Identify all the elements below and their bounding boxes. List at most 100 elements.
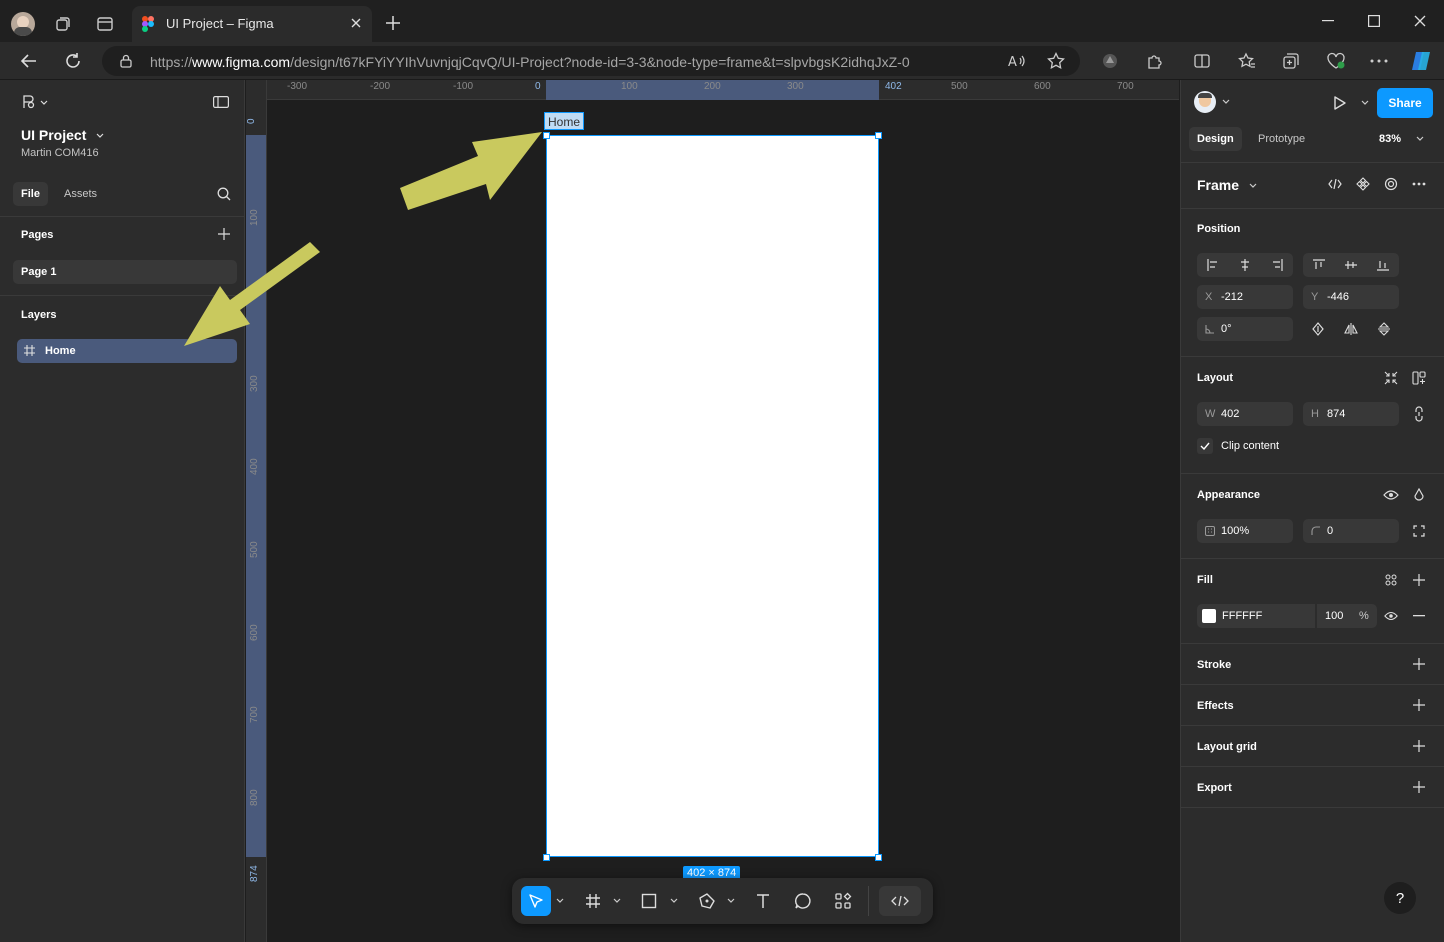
workspaces-icon[interactable] [54, 15, 72, 33]
project-name[interactable]: UI Project [21, 127, 104, 143]
align-middle-icon[interactable] [1339, 253, 1363, 277]
visibility-eye-icon[interactable] [1379, 483, 1403, 507]
more-options-icon[interactable] [1370, 59, 1388, 63]
add-effect-icon[interactable] [1413, 699, 1425, 711]
align-center-h-icon[interactable] [1233, 253, 1257, 277]
auto-layout-icon[interactable] [1407, 366, 1431, 390]
dev-mode-toggle[interactable] [879, 886, 921, 916]
align-bottom-icon[interactable] [1371, 253, 1395, 277]
pen-tool-button[interactable] [692, 886, 722, 916]
mask-icon[interactable] [1379, 172, 1403, 196]
help-button[interactable]: ? [1384, 882, 1416, 914]
tab-assets[interactable]: Assets [56, 182, 105, 206]
tab-file[interactable]: File [13, 182, 48, 206]
add-stroke-icon[interactable] [1413, 658, 1425, 670]
chevron-down-icon[interactable] [1361, 100, 1369, 106]
url-input[interactable]: https://www.figma.com/design/t67kFYiYYIh… [102, 46, 1080, 76]
close-tab-icon[interactable] [350, 17, 362, 29]
resize-handle[interactable] [543, 854, 550, 861]
favorites-icon[interactable] [1238, 52, 1256, 70]
extensions-puzzle-icon[interactable] [1146, 52, 1164, 70]
ruler-tick: 700 [1117, 81, 1134, 92]
remove-fill-icon[interactable] [1407, 604, 1431, 628]
more-options-icon[interactable] [1407, 172, 1431, 196]
chevron-down-icon[interactable] [1222, 99, 1230, 105]
comment-tool-button[interactable] [788, 886, 818, 916]
align-top-icon[interactable] [1307, 253, 1331, 277]
fill-swatch[interactable] [1202, 609, 1216, 623]
rotate-icon[interactable] [1306, 317, 1330, 341]
new-tab-icon[interactable] [385, 15, 401, 31]
chevron-down-icon[interactable] [613, 897, 621, 905]
extension-icon[interactable] [1101, 52, 1119, 70]
split-screen-icon[interactable] [1193, 52, 1211, 70]
blend-mode-drop-icon[interactable] [1407, 483, 1431, 507]
tab-actions-icon[interactable] [96, 15, 114, 33]
frame-label[interactable]: Home [544, 112, 585, 130]
lock-icon[interactable] [120, 54, 132, 68]
resize-handle[interactable] [875, 132, 882, 139]
home-frame[interactable] [546, 135, 879, 857]
add-layout-grid-icon[interactable] [1413, 740, 1425, 752]
resize-handle[interactable] [543, 132, 550, 139]
move-tool-button[interactable] [521, 886, 551, 916]
align-left-icon[interactable] [1201, 253, 1225, 277]
flip-horizontal-icon[interactable] [1339, 317, 1363, 341]
tab-prototype[interactable]: Prototype [1250, 127, 1313, 151]
opacity-field[interactable]: 100% [1197, 519, 1293, 543]
constrain-proportions-icon[interactable] [1407, 402, 1431, 426]
rectangle-tool-button[interactable] [634, 886, 664, 916]
x-position-field[interactable]: X -212 [1197, 285, 1293, 309]
read-aloud-icon[interactable]: A [1008, 53, 1026, 69]
minimize-icon[interactable] [1322, 20, 1334, 22]
width-field[interactable]: W 402 [1197, 402, 1293, 426]
y-position-field[interactable]: Y -446 [1303, 285, 1399, 309]
frame-tool-button[interactable] [578, 886, 608, 916]
chevron-down-icon[interactable] [556, 897, 564, 905]
maximize-icon[interactable] [1368, 15, 1380, 27]
search-icon[interactable] [217, 187, 231, 201]
flip-vertical-icon[interactable] [1372, 317, 1396, 341]
resize-to-fit-icon[interactable] [1379, 366, 1403, 390]
close-window-icon[interactable] [1414, 15, 1426, 27]
resize-handle[interactable] [875, 854, 882, 861]
figma-menu-icon[interactable] [22, 95, 48, 109]
add-page-icon[interactable] [218, 228, 230, 240]
rotation-field[interactable]: 0° [1197, 317, 1293, 341]
browser-essentials-icon[interactable] [1326, 52, 1346, 70]
tab-design[interactable]: Design [1189, 127, 1242, 151]
refresh-icon[interactable] [64, 52, 82, 70]
divider [1181, 684, 1444, 685]
text-tool-button[interactable] [748, 886, 778, 916]
frame-type-selector[interactable]: Frame [1197, 177, 1257, 193]
add-export-icon[interactable] [1413, 781, 1425, 793]
present-play-icon[interactable] [1333, 95, 1347, 111]
fill-color-field[interactable]: FFFFFF 100 % [1197, 604, 1377, 628]
clip-content-checkbox[interactable] [1197, 438, 1213, 454]
collections-icon[interactable] [1282, 52, 1300, 70]
toggle-sidebar-icon[interactable] [213, 96, 229, 108]
user-avatar[interactable] [1194, 91, 1216, 113]
chevron-down-icon[interactable] [1416, 136, 1424, 142]
fill-visibility-eye-icon[interactable] [1379, 604, 1403, 628]
favorite-star-icon[interactable] [1047, 52, 1065, 70]
back-icon[interactable] [20, 53, 38, 69]
browser-tab-figma[interactable]: UI Project – Figma [132, 6, 372, 42]
styles-grid-icon[interactable] [1379, 568, 1403, 592]
profile-avatar[interactable] [11, 12, 35, 36]
add-fill-icon[interactable] [1407, 568, 1431, 592]
actions-tool-button[interactable] [828, 886, 858, 916]
chevron-down-icon[interactable] [727, 897, 735, 905]
corner-radius-field[interactable]: 0 [1303, 519, 1399, 543]
copilot-icon[interactable] [1409, 49, 1433, 73]
independent-corners-icon[interactable] [1407, 519, 1431, 543]
height-field[interactable]: H 874 [1303, 402, 1399, 426]
code-icon[interactable] [1323, 172, 1347, 196]
chevron-down-icon[interactable] [670, 897, 678, 905]
share-button[interactable]: Share [1377, 88, 1433, 118]
project-name-text: UI Project [21, 127, 87, 143]
ruler-tick: 100 [249, 209, 260, 226]
align-right-icon[interactable] [1265, 253, 1289, 277]
zoom-level[interactable]: 83% [1379, 133, 1401, 145]
component-icon[interactable] [1351, 172, 1375, 196]
